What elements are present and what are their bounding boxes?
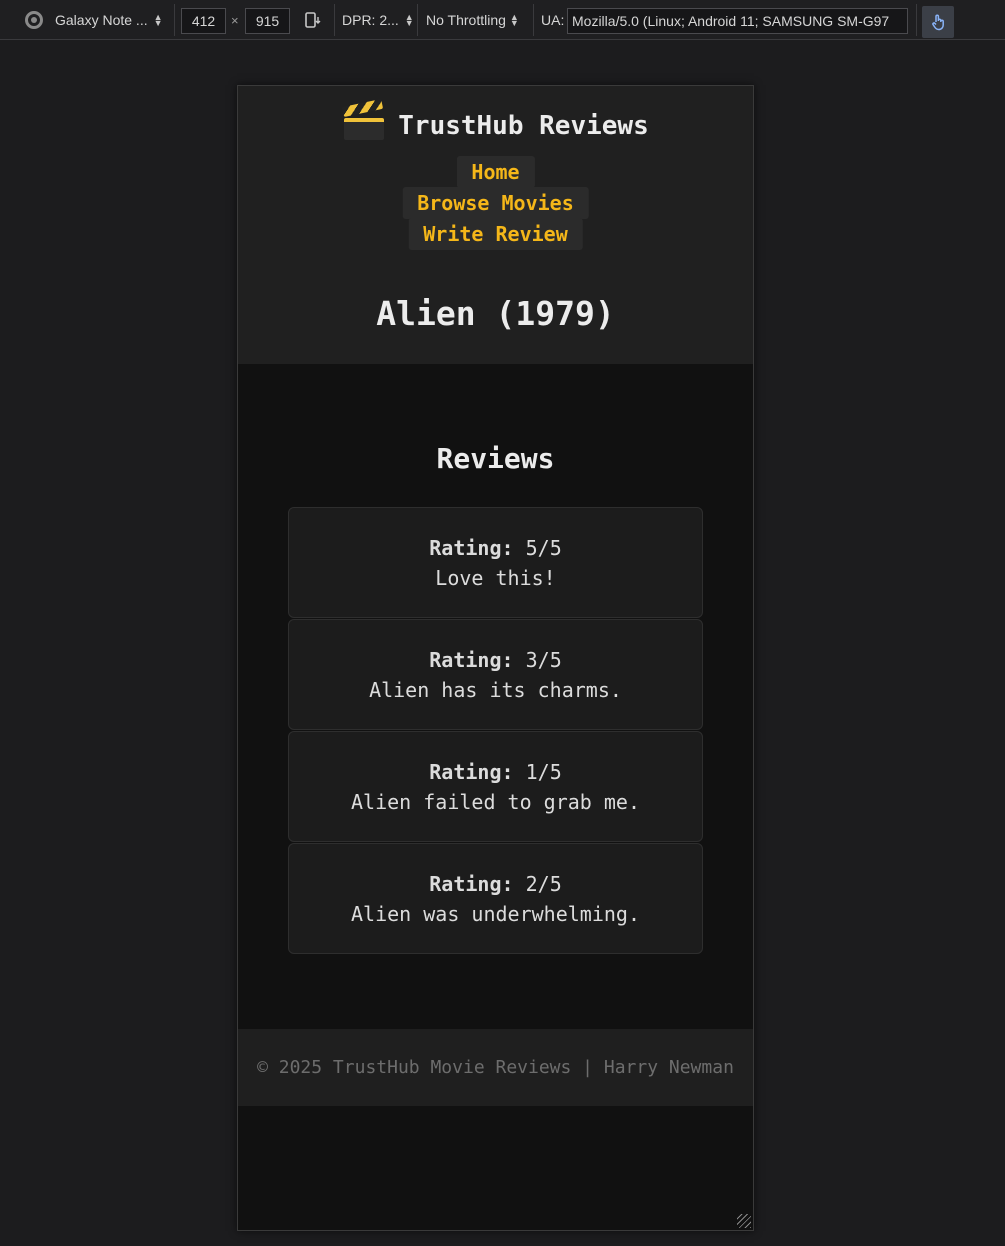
review-text: Alien was underwhelming. xyxy=(351,902,640,926)
rotate-icon xyxy=(305,12,321,28)
rating-label: Rating: xyxy=(429,536,514,560)
separator xyxy=(174,4,175,36)
device-selector[interactable]: Galaxy Note ... ▲ ▼ xyxy=(25,0,163,40)
review-rating: Rating: 3/5 xyxy=(289,648,702,672)
touch-emulation-button[interactable] xyxy=(922,6,954,38)
dpr-selector[interactable]: DPR: 2... ▲ ▼ xyxy=(342,0,414,40)
review-rating: Rating: 1/5 xyxy=(289,760,702,784)
review-text: Love this! xyxy=(435,566,556,590)
updown-arrows-icon: ▲ ▼ xyxy=(509,12,519,28)
rating-value: 2/5 xyxy=(525,872,562,896)
nav-write-review-link[interactable]: Write Review xyxy=(408,218,583,250)
site-brand[interactable]: TrustHub Reviews xyxy=(238,98,753,141)
reviews-heading: Reviews xyxy=(436,442,555,475)
separator xyxy=(334,4,335,36)
touch-hand-icon xyxy=(932,14,944,31)
ua-label: UA: xyxy=(541,12,565,28)
height-input[interactable]: 915 xyxy=(245,8,290,34)
review-card: Rating: 2/5 Alien was underwhelming. xyxy=(288,843,703,954)
rating-label: Rating: xyxy=(429,648,514,672)
rating-value: 1/5 xyxy=(525,760,562,784)
chrome-icon xyxy=(25,11,43,29)
review-card: Rating: 5/5 Love this! xyxy=(288,507,703,618)
updown-arrows-icon: ▲ ▼ xyxy=(404,12,414,28)
clapperboard-icon xyxy=(342,98,385,140)
user-agent-input[interactable]: Mozilla/5.0 (Linux; Android 11; SAMSUNG … xyxy=(567,8,908,34)
devtools-device-toolbar: Galaxy Note ... ▲ ▼ 412 × 915 DPR: 2... ▲… xyxy=(0,0,1005,40)
rating-value: 5/5 xyxy=(525,536,562,560)
rating-label: Rating: xyxy=(429,872,514,896)
dpr-label: DPR: 2... xyxy=(342,12,399,28)
separator xyxy=(417,4,418,36)
dimension-times: × xyxy=(231,12,239,28)
site-header: TrustHub Reviews Home Browse Movies Writ… xyxy=(238,86,753,364)
rotate-button[interactable] xyxy=(303,0,323,40)
site-footer: © 2025 TrustHub Movie Reviews | Harry Ne… xyxy=(238,1029,753,1106)
nav-browse-movies-link[interactable]: Browse Movies xyxy=(402,187,589,219)
review-text: Alien has its charms. xyxy=(369,678,622,702)
rating-value: 3/5 xyxy=(525,648,562,672)
review-card: Rating: 3/5 Alien has its charms. xyxy=(288,619,703,730)
page-title: Alien (1979) xyxy=(376,294,615,333)
throttling-selector[interactable]: No Throttling ▲ ▼ xyxy=(426,0,519,40)
brand-name: TrustHub Reviews xyxy=(398,111,649,141)
device-viewport: TrustHub Reviews Home Browse Movies Writ… xyxy=(237,85,754,1231)
rating-label: Rating: xyxy=(429,760,514,784)
updown-arrows-icon: ▲ ▼ xyxy=(153,12,163,28)
review-card: Rating: 1/5 Alien failed to grab me. xyxy=(288,731,703,842)
width-input[interactable]: 412 xyxy=(181,8,226,34)
resize-handle[interactable] xyxy=(737,1214,751,1228)
review-text: Alien failed to grab me. xyxy=(351,790,640,814)
footer-text: © 2025 TrustHub Movie Reviews | Harry Ne… xyxy=(257,1057,734,1078)
device-name: Galaxy Note ... xyxy=(55,12,148,28)
separator xyxy=(916,4,917,36)
throttling-label: No Throttling xyxy=(426,12,506,28)
nav-home-link[interactable]: Home xyxy=(456,156,535,188)
review-rating: Rating: 2/5 xyxy=(289,872,702,896)
review-rating: Rating: 5/5 xyxy=(289,536,702,560)
separator xyxy=(533,4,534,36)
